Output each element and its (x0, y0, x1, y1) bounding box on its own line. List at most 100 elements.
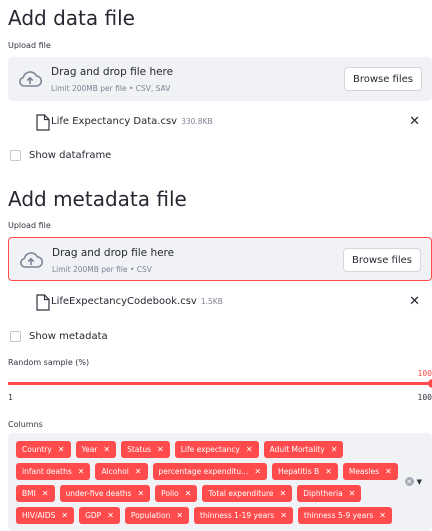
meta-drop-subtitle: Limit 200MB per file • CSV (52, 265, 152, 274)
meta-upload-label: Upload file (8, 221, 51, 230)
remove-tag-close-icon[interactable]: ✕ (325, 467, 332, 476)
column-tag[interactable]: BMI ✕ (16, 485, 55, 502)
column-tag[interactable]: infant deaths ✕ (16, 463, 91, 480)
checkbox-box[interactable] (10, 150, 21, 161)
meta-file-size: 1.5KB (200, 297, 223, 306)
column-tag[interactable]: Life expectancy ✕ (174, 441, 259, 458)
column-tag[interactable]: Country ✕ (16, 441, 71, 458)
data-section-title: Add data file (8, 6, 135, 30)
column-tag-label: Alcohol (101, 467, 129, 476)
column-tag-label: Life expectancy (180, 445, 240, 454)
column-tag-label: percentage expenditu... (158, 467, 249, 476)
remove-tag-close-icon[interactable]: ✕ (137, 489, 144, 498)
meta-uploaded-file: LifeExpectancyCodebook.csv 1.5KB ✕ (8, 292, 432, 316)
clear-all-icon[interactable]: ✕ (404, 477, 414, 486)
meta-dropzone[interactable]: Drag and drop file here Limit 200MB per … (8, 237, 432, 281)
column-tag-label: infant deaths (22, 467, 72, 476)
multiselect-controls: ✕ ▼ (404, 477, 422, 486)
meta-drop-title: Drag and drop file here (52, 247, 175, 259)
column-tag[interactable]: under-five deaths ✕ (59, 485, 151, 502)
column-tag-label: under-five deaths (65, 489, 132, 498)
column-tag-label: Adult Mortality (269, 445, 325, 454)
column-tag-label: Year (81, 445, 98, 454)
checkbox-box[interactable] (10, 331, 21, 342)
remove-meta-file-close-icon[interactable]: ✕ (409, 294, 420, 309)
meta-browse-button[interactable]: Browse files (342, 248, 421, 272)
column-tag[interactable]: HIV/AIDS ✕ (16, 507, 75, 524)
column-tag-label: Country (22, 445, 52, 454)
meta-section-title: Add metadata file (8, 187, 187, 211)
remove-tag-close-icon[interactable]: ✕ (42, 489, 49, 498)
column-tag[interactable]: Polio ✕ (155, 485, 198, 502)
remove-tag-close-icon[interactable]: ✕ (254, 467, 261, 476)
column-tag[interactable]: GDP ✕ (79, 507, 120, 524)
data-file-name: Life Expectancy Data.csv (51, 116, 178, 127)
slider-label: Random sample (%) (8, 358, 90, 367)
column-tag-label: Measles (348, 467, 380, 476)
column-tag[interactable]: percentage expenditu... ✕ (152, 463, 268, 480)
column-tag[interactable]: Status ✕ (121, 441, 170, 458)
file-icon (36, 114, 50, 131)
data-browse-button[interactable]: Browse files (343, 67, 422, 91)
show-dataframe-checkbox[interactable]: Show dataframe (10, 150, 111, 161)
show-metadata-checkbox[interactable]: Show metadata (10, 331, 108, 342)
file-icon (36, 294, 50, 311)
remove-tag-close-icon[interactable]: ✕ (78, 467, 85, 476)
data-file-size: 330.8KB (181, 117, 213, 126)
column-tag-label: thinness 1-19 years (200, 511, 275, 520)
remove-tag-close-icon[interactable]: ✕ (58, 445, 65, 454)
data-dropzone[interactable]: Drag and drop file here Limit 200MB per … (8, 57, 432, 101)
column-tag-label: Status (127, 445, 151, 454)
remove-tag-close-icon[interactable]: ✕ (379, 511, 386, 520)
remove-tag-close-icon[interactable]: ✕ (176, 511, 183, 520)
remove-tag-close-icon[interactable]: ✕ (331, 445, 338, 454)
meta-file-name: LifeExpectancyCodebook.csv (51, 296, 197, 307)
column-tag-label: Diphtheria (303, 489, 343, 498)
data-drop-title: Drag and drop file here (51, 66, 174, 78)
column-tag[interactable]: Hepatitis B ✕ (272, 463, 338, 480)
remove-tag-close-icon[interactable]: ✕ (349, 489, 356, 498)
column-tag-label: Polio (161, 489, 179, 498)
column-tag[interactable]: thinness 1-19 years ✕ (194, 507, 293, 524)
slider-value: 100 (417, 369, 432, 378)
remove-data-file-close-icon[interactable]: ✕ (409, 114, 420, 129)
data-uploaded-file: Life Expectancy Data.csv 330.8KB ✕ (8, 112, 432, 136)
remove-tag-close-icon[interactable]: ✕ (61, 511, 68, 520)
chevron-down-icon[interactable]: ▼ (417, 478, 422, 486)
columns-label: Columns (8, 420, 43, 429)
column-tag-label: BMI (22, 489, 36, 498)
remove-tag-close-icon[interactable]: ✕ (185, 489, 192, 498)
column-tag[interactable]: Adult Mortality ✕ (263, 441, 344, 458)
slider-thumb[interactable] (428, 379, 432, 388)
column-tag[interactable]: Measles ✕ (342, 463, 398, 480)
remove-tag-close-icon[interactable]: ✕ (135, 467, 142, 476)
columns-tag-list: Country ✕ Year ✕ Status ✕ Life expectancy ✕ Adul… (16, 441, 406, 524)
remove-tag-close-icon[interactable]: ✕ (385, 467, 392, 476)
cloud-upload-icon (19, 71, 42, 87)
slider-min: 1 (8, 393, 13, 402)
column-tag[interactable]: Diphtheria ✕ (297, 485, 362, 502)
column-tag-label: Total expenditure (208, 489, 274, 498)
column-tag[interactable]: Year ✕ (75, 441, 117, 458)
show-dataframe-label: Show dataframe (29, 150, 112, 161)
column-tag-label: thinness 5-9 years (303, 511, 374, 520)
column-tag-label: Population (130, 511, 171, 520)
remove-tag-close-icon[interactable]: ✕ (157, 445, 164, 454)
column-tag[interactable]: Alcohol ✕ (95, 463, 148, 480)
slider-max: 100 (417, 393, 432, 402)
data-upload-label: Upload file (8, 41, 51, 50)
column-tag[interactable]: Total expenditure ✕ (202, 485, 293, 502)
column-tag-label: Hepatitis B (278, 467, 320, 476)
remove-tag-close-icon[interactable]: ✕ (246, 445, 253, 454)
slider-track[interactable] (8, 382, 432, 385)
column-tag-label: HIV/AIDS (22, 511, 56, 520)
remove-tag-close-icon[interactable]: ✕ (107, 511, 114, 520)
cloud-upload-icon (20, 252, 43, 268)
remove-tag-close-icon[interactable]: ✕ (280, 511, 287, 520)
column-tag[interactable]: Population ✕ (124, 507, 190, 524)
remove-tag-close-icon[interactable]: ✕ (280, 489, 287, 498)
column-tag[interactable]: thinness 5-9 years ✕ (297, 507, 392, 524)
remove-tag-close-icon[interactable]: ✕ (103, 445, 110, 454)
columns-multiselect[interactable]: Country ✕ Year ✕ Status ✕ Life expectancy ✕ Adul… (8, 433, 432, 531)
column-tag-label: GDP (85, 511, 102, 520)
